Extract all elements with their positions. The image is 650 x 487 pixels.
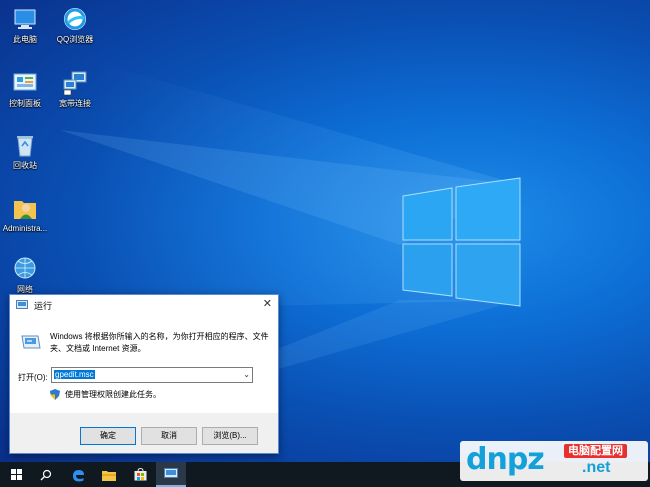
ok-button[interactable]: 确定 — [80, 427, 136, 445]
desktop-icon-label: 此电脑 — [13, 35, 37, 44]
qq-browser-icon — [62, 6, 88, 32]
desktop-icon-label: 控制面板 — [9, 99, 41, 108]
run-title-bar[interactable]: 运行 ✕ — [10, 295, 278, 315]
desktop-icon-qq-browser[interactable]: QQ浏览器 — [47, 6, 103, 45]
run-footer: 确定 取消 浏览(B)... — [10, 413, 278, 453]
desktop-icon-broadband[interactable]: 宽带连接 — [47, 70, 103, 109]
watermark-domain: .net — [582, 459, 611, 476]
browse-button[interactable]: 浏览(B)... — [202, 427, 258, 445]
desktop-icon-label: Administra... — [2, 224, 48, 233]
open-combobox[interactable]: gpedit.msc ⌄ — [51, 367, 253, 383]
chevron-down-icon[interactable]: ⌄ — [243, 368, 250, 382]
desktop-icon-label: 回收站 — [13, 161, 37, 170]
control-panel-icon — [12, 70, 38, 96]
open-label: 打开(O): — [18, 373, 48, 382]
taskbar-edge[interactable] — [63, 462, 93, 487]
watermark-logo: dnpz — [466, 442, 545, 477]
search-button[interactable] — [31, 462, 61, 487]
recycle-bin-icon — [12, 132, 38, 158]
user-folder-icon — [12, 195, 38, 221]
desktop-icon-label: QQ浏览器 — [56, 35, 94, 44]
desktop-icon-this-pc[interactable]: 此电脑 — [0, 6, 53, 45]
store-bag-icon — [134, 468, 146, 481]
admin-note-text: 使用管理权限创建此任务。 — [65, 390, 161, 399]
edge-browser-icon — [73, 469, 84, 481]
broadband-icon — [62, 70, 88, 96]
run-title: 运行 — [34, 300, 53, 311]
run-icon — [16, 300, 28, 309]
open-input-value[interactable]: gpedit.msc — [54, 370, 95, 379]
folder-icon — [102, 470, 116, 481]
desktop-icon-control-panel[interactable]: 控制面板 — [0, 70, 53, 109]
network-icon — [12, 256, 38, 282]
watermark-chinese: 电脑配置网 — [564, 444, 627, 458]
taskbar-store[interactable] — [125, 462, 155, 487]
desktop-icon-label: 宽带连接 — [59, 99, 91, 108]
cancel-button[interactable]: 取消 — [141, 427, 197, 445]
desktop-icon-administrator[interactable]: Administra... — [0, 195, 53, 234]
desktop-icon-network[interactable]: 网络 — [0, 256, 53, 295]
close-icon[interactable]: ✕ — [263, 299, 272, 310]
search-icon — [40, 469, 52, 480]
desktop-icon-recycle-bin[interactable]: 回收站 — [0, 132, 53, 171]
site-watermark: dnpz 电脑配置网 .net — [460, 441, 648, 481]
run-body: Windows 将根据你所输入的名称，为你打开相应的程序、文件夹、文档或 Int… — [10, 315, 278, 413]
uac-shield-icon — [50, 389, 60, 400]
run-dialog: 运行 ✕ Windows 将根据你所输入的名称，为你打开相应的程序、文件夹、文档… — [9, 294, 279, 454]
this-pc-icon — [12, 6, 38, 32]
taskbar-file-explorer[interactable] — [94, 462, 124, 487]
admin-note: 使用管理权限创建此任务。 — [50, 389, 161, 400]
run-icon — [164, 468, 178, 478]
start-button[interactable] — [1, 462, 31, 487]
windows-logo-icon — [10, 469, 22, 480]
taskbar-run[interactable] — [156, 462, 186, 487]
run-description: Windows 将根据你所输入的名称，为你打开相应的程序、文件夹、文档或 Int… — [50, 332, 269, 353]
run-program-icon — [21, 335, 41, 349]
